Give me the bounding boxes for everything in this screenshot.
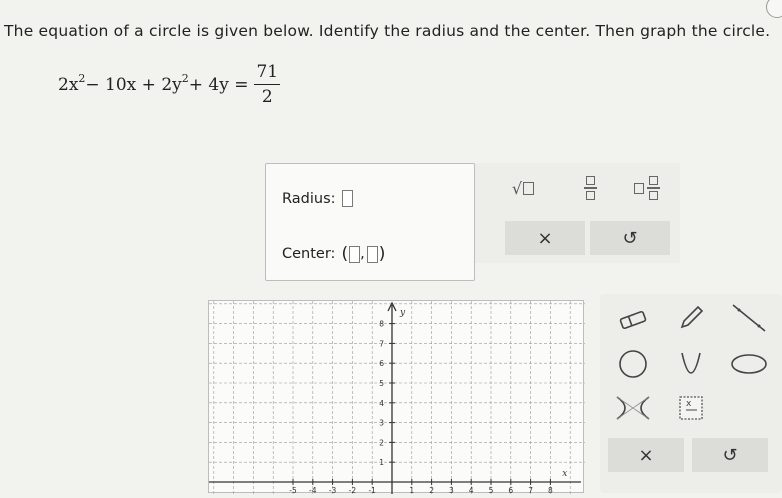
sqrt-icon[interactable]: √	[503, 175, 543, 201]
undo-button[interactable]: ↺	[590, 221, 670, 255]
ellipse-icon[interactable]	[724, 346, 774, 382]
clear-button[interactable]: ×	[505, 221, 585, 255]
pencil-icon[interactable]	[666, 300, 716, 336]
center-close-paren: )	[378, 244, 386, 264]
eq-part: − 10x + 2y	[85, 74, 182, 95]
math-tools-panel: √ × ↺	[475, 163, 680, 263]
fraction-icon[interactable]	[575, 173, 605, 203]
parabola-icon[interactable]	[666, 346, 716, 382]
answer-panel: Radius: Center: ( , )	[265, 163, 475, 281]
y-tick-label: 5	[379, 379, 384, 388]
graph-undo-button[interactable]: ↺	[692, 438, 768, 472]
x-axis-label: x	[562, 469, 567, 479]
svg-text:x: x	[686, 399, 692, 409]
line-icon[interactable]	[724, 300, 774, 336]
radius-row: Radius:	[282, 190, 353, 207]
graph-area[interactable]: y x 1 2 3 4 5 6 7 8 -5 -4 -3 -2 -1 1 2 3 4 5 6 7 8	[208, 300, 585, 495]
circle-icon[interactable]	[608, 346, 658, 382]
center-label: Center:	[282, 246, 336, 262]
eq-fraction: 71 2	[254, 62, 281, 107]
hyperbola-icon[interactable]	[608, 390, 658, 426]
eraser-icon[interactable]	[608, 302, 658, 338]
y-tick-label: 1	[379, 458, 384, 467]
drawing-tools-panel: x × ↺	[600, 294, 782, 493]
radius-label: Radius:	[282, 190, 336, 207]
circle-equation: 2x 2 − 10x + 2y 2 + 4y = 71 2	[58, 62, 281, 107]
y-tick-label: 7	[379, 339, 384, 348]
eq-exponent: 2	[181, 72, 189, 85]
center-comma: ,	[360, 246, 365, 262]
y-tick-label: 2	[379, 438, 384, 447]
eq-part: + 4y =	[188, 74, 249, 95]
graph-clear-button[interactable]: ×	[608, 438, 684, 472]
center-y-input[interactable]	[366, 245, 378, 263]
eq-exponent: 2	[78, 72, 86, 85]
radius-input[interactable]	[341, 190, 353, 207]
center-x-input[interactable]	[349, 245, 361, 263]
center-open-paren: (	[341, 244, 349, 264]
eq-numerator: 71	[254, 62, 281, 85]
y-axis-label: y	[399, 308, 406, 318]
help-button[interactable]	[766, 0, 782, 18]
inequality-icon[interactable]: x	[666, 390, 716, 426]
question-prompt: The equation of a circle is given below.…	[4, 22, 771, 40]
y-tick-label: 3	[379, 419, 384, 428]
y-tick-label: 8	[379, 320, 384, 329]
coordinate-grid[interactable]: yx12345678-5 -4 -3 -2 -1 1 2 3 4 5 6 7 8	[209, 301, 585, 495]
center-row: Center: ( , )	[282, 244, 386, 264]
mixed-number-icon[interactable]	[627, 173, 667, 203]
y-tick-label: 6	[379, 359, 384, 368]
y-tick-label: 4	[379, 399, 384, 408]
eq-part: 2x	[58, 74, 79, 95]
eq-denominator: 2	[261, 87, 273, 107]
